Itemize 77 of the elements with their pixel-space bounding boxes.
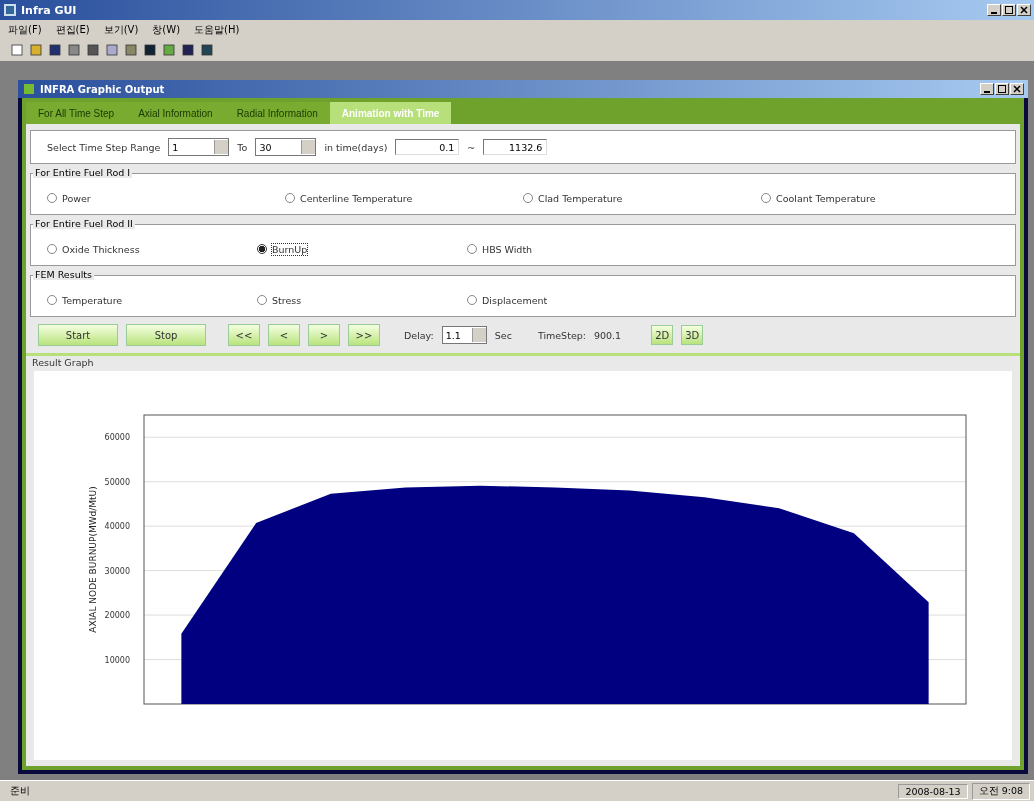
menu-item[interactable]: 도움말(H)	[194, 22, 240, 37]
radio-button[interactable]	[523, 193, 533, 203]
timestep-value: 900.1	[593, 329, 622, 341]
window-icon	[22, 82, 36, 96]
window-title: Infra GUI	[21, 3, 77, 17]
child-window-title: INFRA Graphic Output	[40, 83, 165, 95]
option-label: Centerline Temperature	[300, 192, 413, 204]
nav-button[interactable]: <<	[228, 324, 260, 346]
radio-button[interactable]	[47, 193, 57, 203]
y-tick-label: 50000	[104, 477, 130, 487]
nav-button[interactable]: <	[268, 324, 300, 346]
close-button[interactable]	[1017, 4, 1031, 16]
nav-button[interactable]: >>	[348, 324, 380, 346]
group-title: FEM Results	[33, 269, 94, 280]
radio-button[interactable]	[257, 244, 267, 254]
maximize-button[interactable]	[1002, 4, 1016, 16]
stop-button[interactable]: Stop	[126, 324, 206, 346]
radio-button[interactable]	[47, 295, 57, 305]
option-label: Stress	[272, 294, 302, 306]
menu-item[interactable]: 편집(E)	[55, 22, 90, 37]
y-tick-label: 30000	[104, 566, 130, 576]
start-button[interactable]: Start	[38, 324, 118, 346]
option-label: Clad Temperature	[538, 192, 623, 204]
radio-button[interactable]	[467, 244, 477, 254]
time-to-field[interactable]: 1132.6	[483, 139, 548, 155]
maximize-icon	[998, 85, 1006, 93]
minimize-button[interactable]	[987, 4, 1001, 16]
app-icon	[3, 3, 17, 17]
tab[interactable]: For All Time Step	[26, 102, 127, 124]
y-tick-label: 20000	[104, 611, 130, 621]
maximize-icon	[1005, 6, 1013, 14]
nav-button[interactable]: >	[308, 324, 340, 346]
sec-label: Sec	[494, 329, 512, 341]
menu-item[interactable]: 보기(V)	[103, 22, 139, 37]
view-button[interactable]: 3D	[681, 325, 704, 345]
timestep-label: TimeStep:	[537, 329, 586, 341]
option-label: Temperature	[62, 294, 123, 306]
y-tick-label: 10000	[104, 655, 130, 665]
time-from-field[interactable]: 0.1	[395, 139, 460, 155]
option-label: Coolant Temperature	[776, 192, 876, 204]
y-axis-label: AXIAL NODE BURNUP(MWd/MtU)	[88, 486, 98, 633]
close-button[interactable]	[1010, 83, 1024, 95]
graph-title: Result Graph	[31, 356, 95, 369]
y-tick-label: 40000	[104, 522, 130, 532]
option-label: Oxide Thickness	[62, 243, 140, 255]
minimize-button[interactable]	[980, 83, 994, 95]
y-tick-label: 60000	[104, 433, 130, 443]
to-label: To	[237, 141, 248, 153]
option-label: Power	[62, 192, 91, 204]
status-time: 오전 9:08	[971, 782, 1030, 800]
range-label: Select Time Step Range	[47, 141, 161, 153]
close-icon	[1020, 6, 1028, 14]
menu-item[interactable]: 창(W)	[152, 22, 181, 37]
radio-button[interactable]	[761, 193, 771, 203]
close-icon	[1013, 85, 1021, 93]
maximize-button[interactable]	[995, 83, 1009, 95]
option-label: Displacement	[482, 294, 548, 306]
status-date: 2008-08-13	[898, 783, 968, 799]
option-label: BurnUp	[272, 243, 308, 255]
delay-dropdown[interactable]: 1.1	[441, 326, 487, 344]
tab[interactable]: Axial Information	[126, 102, 225, 124]
to-dropdown[interactable]: 30	[255, 138, 317, 156]
radio-button[interactable]	[47, 244, 57, 254]
group-title: For Entire Fuel Rod II	[33, 218, 135, 229]
time-label: in time(days)	[324, 141, 388, 153]
radio-button[interactable]	[257, 295, 267, 305]
status-text: 준비	[9, 783, 31, 798]
view-button[interactable]: 2D	[651, 325, 674, 345]
option-label: HBS Width	[482, 243, 533, 255]
menu-item[interactable]: 파일(F)	[8, 22, 42, 37]
from-dropdown[interactable]: 1	[168, 138, 230, 156]
group-title: For Entire Fuel Rod I	[33, 167, 133, 178]
delay-label: Delay:	[404, 329, 434, 341]
radio-button[interactable]	[285, 193, 295, 203]
radio-button[interactable]	[467, 295, 477, 305]
tab[interactable]: Radial Information	[224, 102, 330, 124]
tilde-label: ~	[467, 141, 476, 153]
